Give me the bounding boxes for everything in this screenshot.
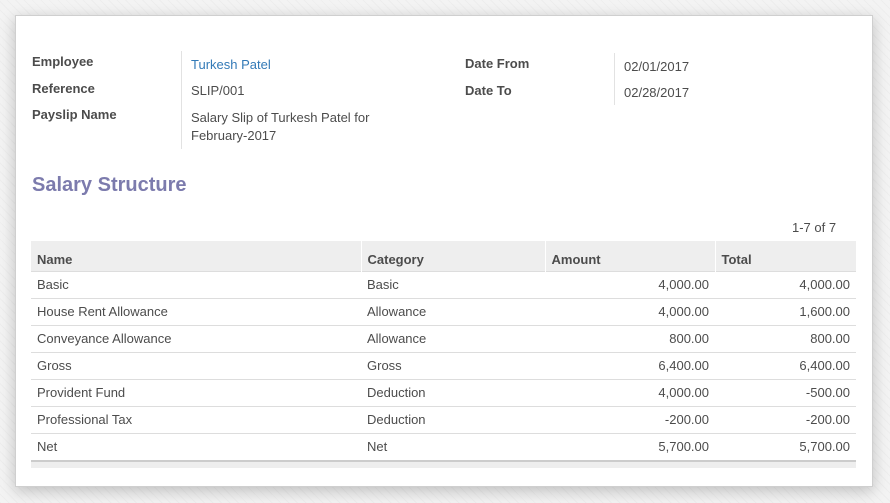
table-footer bbox=[31, 460, 856, 468]
pager-value[interactable]: 1-7 of 7 bbox=[792, 220, 836, 235]
cell-category: Allowance bbox=[361, 324, 545, 352]
cell-amount: 4,000.00 bbox=[545, 270, 715, 298]
date-from-label: Date From bbox=[465, 56, 530, 71]
cell-amount: 4,000.00 bbox=[545, 297, 715, 325]
table-row[interactable]: Provident Fund Deduction 4,000.00 -500.0… bbox=[31, 378, 856, 406]
column-header-category[interactable]: Category bbox=[360, 241, 545, 271]
left-label-divider bbox=[181, 51, 182, 149]
cell-amount: -200.00 bbox=[545, 405, 715, 433]
cell-total: -500.00 bbox=[715, 378, 856, 406]
employee-link[interactable]: Turkesh Patel bbox=[191, 57, 271, 72]
cell-name: Provident Fund bbox=[31, 378, 361, 406]
cell-amount: 6,400.00 bbox=[545, 351, 715, 379]
cell-amount: 5,700.00 bbox=[545, 432, 715, 460]
cell-category: Gross bbox=[361, 351, 545, 379]
column-header-amount[interactable]: Amount bbox=[544, 241, 715, 271]
cell-total: -200.00 bbox=[715, 405, 856, 433]
cell-category: Basic bbox=[361, 270, 545, 298]
cell-amount: 4,000.00 bbox=[545, 378, 715, 406]
table-row[interactable]: Net Net 5,700.00 5,700.00 bbox=[31, 432, 856, 460]
column-header-name[interactable]: Name bbox=[31, 241, 361, 271]
column-header-total[interactable]: Total bbox=[714, 241, 856, 271]
date-to-value: 02/28/2017 bbox=[624, 85, 690, 100]
date-from-value: 02/01/2017 bbox=[624, 59, 690, 74]
reference-value: SLIP/001 bbox=[191, 83, 245, 98]
cell-total: 4,000.00 bbox=[715, 270, 856, 298]
table-header-row: Name Category Amount Total bbox=[31, 241, 856, 271]
cell-total: 5,700.00 bbox=[715, 432, 856, 460]
employee-label: Employee bbox=[32, 54, 94, 69]
cell-category: Deduction bbox=[361, 378, 545, 406]
reference-label: Reference bbox=[32, 81, 95, 96]
payslip-name-line2: February-2017 bbox=[191, 128, 277, 143]
payslip-name-label: Payslip Name bbox=[32, 107, 117, 122]
cell-name: House Rent Allowance bbox=[31, 297, 361, 325]
cell-category: Deduction bbox=[361, 405, 545, 433]
cell-total: 1,600.00 bbox=[715, 297, 856, 325]
cell-name: Basic bbox=[31, 270, 361, 298]
cell-total: 6,400.00 bbox=[715, 351, 856, 379]
payslip-name-line1: Salary Slip of Turkesh Patel for bbox=[191, 110, 370, 125]
payslip-sheet: Employee Reference Payslip Name Turkesh … bbox=[15, 15, 873, 487]
table-row[interactable]: Basic Basic 4,000.00 4,000.00 bbox=[31, 270, 856, 298]
cell-total: 800.00 bbox=[715, 324, 856, 352]
table-row[interactable]: House Rent Allowance Allowance 4,000.00 … bbox=[31, 297, 856, 325]
table-row[interactable]: Conveyance Allowance Allowance 800.00 80… bbox=[31, 324, 856, 352]
table-row[interactable]: Professional Tax Deduction -200.00 -200.… bbox=[31, 405, 856, 433]
table-row[interactable]: Gross Gross 6,400.00 6,400.00 bbox=[31, 351, 856, 379]
cell-category: Allowance bbox=[361, 297, 545, 325]
right-label-divider bbox=[614, 53, 615, 105]
date-to-label: Date To bbox=[465, 83, 512, 98]
cell-name: Net bbox=[31, 432, 361, 460]
cell-name: Professional Tax bbox=[31, 405, 361, 433]
cell-category: Net bbox=[361, 432, 545, 460]
salary-structure-table: Name Category Amount Total Basic Basic 4… bbox=[31, 241, 856, 460]
cell-name: Conveyance Allowance bbox=[31, 324, 361, 352]
cell-amount: 800.00 bbox=[545, 324, 715, 352]
section-title: Salary Structure bbox=[32, 174, 187, 196]
cell-name: Gross bbox=[31, 351, 361, 379]
